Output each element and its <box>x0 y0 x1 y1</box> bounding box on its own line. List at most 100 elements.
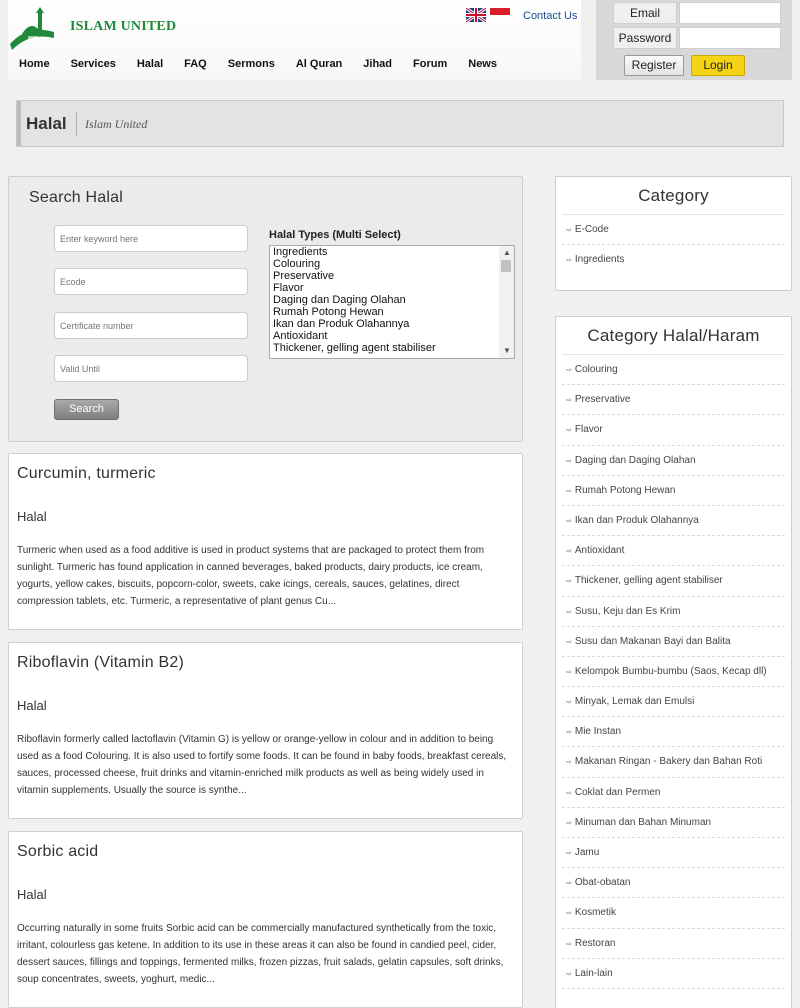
category-halal-item[interactable]: ⇨ Restoran <box>562 929 785 959</box>
category-halal-item-label: Minyak, Lemak dan Emulsi <box>574 696 695 708</box>
site-header: ISLAM UNITED Contact Us Home Services Ha… <box>0 0 800 82</box>
category-halal-item-label: Thickener, gelling agent stabiliser <box>574 575 723 587</box>
email-field[interactable] <box>679 2 781 24</box>
types-scrollbar[interactable]: ▲ ▼ <box>499 246 514 358</box>
category-halal-item[interactable]: ⇨ Obat-obatan <box>562 868 785 899</box>
type-option[interactable]: Ikan dan Produk Olahannya <box>270 318 514 330</box>
category-halal-item-label: Flavor <box>574 424 603 436</box>
category-halal-item-label: Ikan dan Produk Olahannya <box>574 514 699 526</box>
result-card: Curcumin, turmeric Halal Turmeric when u… <box>8 453 523 630</box>
scroll-down-icon[interactable]: ▼ <box>503 346 511 355</box>
type-option[interactable]: Rumah Potong Hewan <box>270 306 514 318</box>
arrow-right-icon: ⇨ <box>566 880 572 888</box>
category-halal-item[interactable]: ⇨ Coklat dan Permen <box>562 778 785 808</box>
nav-forum[interactable]: Forum <box>413 58 447 70</box>
arrow-right-icon: ⇨ <box>566 227 572 234</box>
contact-us-link[interactable]: Contact Us <box>523 10 577 22</box>
category-item-e-code[interactable]: ⇨ E-Code <box>562 215 785 246</box>
result-description: Riboflavin formerly called lactoflavin (… <box>17 734 507 796</box>
language-flags <box>466 8 510 22</box>
category-halal-item[interactable]: ⇨ Ikan dan Produk Olahannya <box>562 506 785 537</box>
category-halal-box: Category Halal/Haram ⇨ Colouring ⇨ Preserva… <box>555 316 792 1008</box>
scroll-up-icon[interactable]: ▲ <box>503 248 511 257</box>
nav-jihad[interactable]: Jihad <box>363 58 392 70</box>
nav-sermons[interactable]: Sermons <box>228 58 275 70</box>
nav-home[interactable]: Home <box>19 58 50 70</box>
type-option[interactable]: Colouring <box>270 258 514 270</box>
category-halal-item[interactable]: ⇨ Preservative <box>562 385 785 416</box>
category-halal-item[interactable]: ⇨ Flavor <box>562 415 785 446</box>
search-title: Search Halal <box>29 189 124 206</box>
category-halal-item[interactable]: ⇨ Colouring <box>562 355 785 386</box>
category-halal-item-label: Antioxidant <box>574 545 625 557</box>
nav-al-quran[interactable]: Al Quran <box>296 58 342 70</box>
type-option[interactable]: Flavor <box>270 282 514 294</box>
category-halal-item[interactable]: ⇨ Mie Instan <box>562 717 785 748</box>
nav-halal[interactable]: Halal <box>137 58 163 70</box>
arrow-right-icon: ⇨ <box>566 608 572 616</box>
login-box: Email Password Register Login <box>596 0 792 80</box>
keyword-input[interactable] <box>54 225 248 252</box>
arrow-right-icon: ⇨ <box>566 910 572 918</box>
category-halal-item[interactable]: ⇨ Rumah Potong Hewan <box>562 476 785 506</box>
category-halal-title: Category Halal/Haram <box>562 317 785 355</box>
ecode-input[interactable] <box>54 268 248 295</box>
category-halal-item[interactable]: ⇨ Minuman dan Bahan Minuman <box>562 808 785 838</box>
password-row: Password <box>613 27 781 49</box>
category-halal-item-label: Susu dan Makanan Bayi dan Balita <box>574 635 731 647</box>
arrow-right-icon: ⇨ <box>566 819 572 827</box>
category-halal-item[interactable]: ⇨ Susu, Keju dan Es Krim <box>562 597 785 627</box>
category-halal-item[interactable]: ⇨ Daging dan Daging Olahan <box>562 446 785 476</box>
result-title[interactable]: Sorbic acid <box>17 843 98 861</box>
result-title[interactable]: Curcumin, turmeric <box>17 465 156 483</box>
result-description: Occurring naturally in some fruits Sorbi… <box>17 923 504 985</box>
type-option[interactable]: Preservative <box>270 270 514 282</box>
arrow-right-icon: ⇨ <box>566 397 572 405</box>
category-halal-item[interactable]: ⇨ Antioxidant <box>562 536 785 567</box>
category-halal-item[interactable]: ⇨ Susu dan Makanan Bayi dan Balita <box>562 627 785 657</box>
category-halal-item-label: Restoran <box>574 937 616 949</box>
search-panel: Search Halal Halal Types (Multi Select) … <box>8 176 523 442</box>
login-button[interactable]: Login <box>691 55 745 76</box>
scroll-thumb[interactable] <box>501 260 511 272</box>
category-halal-item[interactable]: ⇨ Kelompok Bumbu-bumbu (Saos, Kecap dll) <box>562 657 785 688</box>
type-option[interactable]: Thickener, gelling agent stabiliser <box>270 342 514 354</box>
main-nav: Home Services Halal FAQ Sermons Al Quran… <box>8 58 507 70</box>
result-card: Sorbic acid Halal Occurring naturally in… <box>8 831 523 1008</box>
arrow-right-icon: ⇨ <box>566 257 572 265</box>
title-accent <box>17 101 21 146</box>
indonesia-flag-icon[interactable] <box>490 8 510 22</box>
halal-types-select[interactable]: Ingredients Colouring Preservative Flavo… <box>269 245 515 359</box>
nav-faq[interactable]: FAQ <box>184 58 207 70</box>
category-halal-item-label: Kelompok Bumbu-bumbu (Saos, Kecap dll) <box>574 665 767 677</box>
certificate-number-input[interactable] <box>54 312 248 339</box>
category-box: Category ⇨ E-Code ⇨ Ingredients <box>555 176 792 291</box>
arrow-right-icon: ⇨ <box>566 759 572 767</box>
nav-news[interactable]: News <box>468 58 497 70</box>
category-halal-item[interactable]: ⇨ Lain-lain <box>562 959 785 989</box>
mosque-logo-icon[interactable] <box>8 4 58 52</box>
password-label: Password <box>613 27 677 49</box>
category-halal-item-label: Kosmetik <box>574 907 616 919</box>
search-button[interactable]: Search <box>54 399 119 420</box>
type-option[interactable]: Antioxidant <box>270 330 514 342</box>
type-option[interactable]: Daging dan Daging Olahan <box>270 294 514 306</box>
valid-until-input[interactable] <box>54 355 248 382</box>
email-label: Email <box>613 2 677 24</box>
result-title[interactable]: Riboflavin (Vitamin B2) <box>17 654 184 672</box>
arrow-right-icon: ⇨ <box>566 487 572 495</box>
password-field[interactable] <box>679 27 781 49</box>
nav-services[interactable]: Services <box>71 58 116 70</box>
site-name[interactable]: ISLAM UNITED <box>70 19 176 35</box>
category-halal-item[interactable]: ⇨ Thickener, gelling agent stabiliser <box>562 566 785 597</box>
category-halal-item[interactable]: ⇨ Makanan Ringan - Bakery dan Bahan Roti <box>562 747 785 778</box>
uk-flag-icon[interactable] <box>466 8 486 22</box>
category-halal-item-label: Mie Instan <box>574 726 622 738</box>
category-halal-item[interactable]: ⇨ Jamu <box>562 838 785 869</box>
type-option[interactable]: Ingredients <box>270 246 514 258</box>
register-button[interactable]: Register <box>624 55 684 76</box>
category-halal-item-label: Daging dan Daging Olahan <box>574 454 696 466</box>
category-item-ingredients[interactable]: ⇨ Ingredients <box>562 245 785 275</box>
category-halal-item[interactable]: ⇨ Minyak, Lemak dan Emulsi <box>562 687 785 718</box>
category-halal-item[interactable]: ⇨ Kosmetik <box>562 898 785 929</box>
